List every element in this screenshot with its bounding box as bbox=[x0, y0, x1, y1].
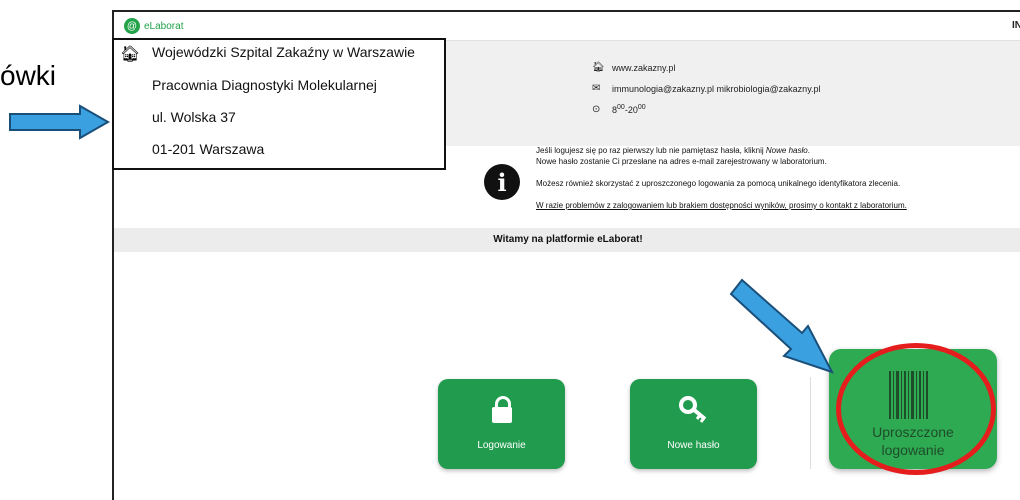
info-icon: i bbox=[484, 164, 520, 200]
address-line-4: 01-201 Warszawa bbox=[152, 141, 265, 157]
website-row: 🏠︎ www.zakazny.pl bbox=[592, 57, 821, 78]
contact-info: 🏠︎ www.zakazny.pl ✉ immunologia@zakazny.… bbox=[592, 57, 821, 120]
language-switch[interactable]: IN bbox=[1012, 20, 1020, 31]
info-text: Jeśli logujesz się po raz pierwszy lub n… bbox=[536, 145, 1006, 211]
highlight-ellipse bbox=[836, 343, 996, 475]
envelope-icon: ✉ bbox=[592, 83, 601, 94]
annotation-arrow-down-right-icon bbox=[729, 278, 835, 374]
address-callout: 🏠︎ Wojewódzki Szpital Zakaźny w Warszawi… bbox=[112, 38, 446, 170]
new-password-button-label: Nowe hasło bbox=[667, 440, 720, 451]
app-logo[interactable]: @ eLaborat bbox=[124, 18, 183, 34]
separator bbox=[810, 377, 811, 469]
address-line-1: Wojewódzki Szpital Zakaźny w Warszawie bbox=[152, 44, 415, 60]
annotation-arrow-right-icon bbox=[9, 104, 111, 140]
new-password-link-text: Nowe hasło bbox=[765, 146, 808, 155]
new-password-button[interactable]: Nowe hasło bbox=[630, 379, 757, 469]
address-line-2: Pracownia Diagnostyki Molekularnej bbox=[152, 77, 377, 93]
home-icon: 🏠︎ bbox=[120, 46, 141, 63]
welcome-banner: Witamy na platformie eLaborat! bbox=[114, 228, 1020, 252]
info-paragraph-2: Nowe hasło zostanie Ci przesłane na adre… bbox=[536, 157, 827, 166]
key-icon bbox=[630, 395, 757, 430]
home-icon: 🏠︎ bbox=[592, 62, 605, 73]
address-line-3: ul. Wolska 37 bbox=[152, 109, 236, 125]
logo-icon: @ bbox=[124, 18, 140, 34]
contact-lab-link[interactable]: W razie problemów z zalogowaniem lub bra… bbox=[536, 200, 1006, 211]
top-bar: @ eLaborat IN bbox=[114, 12, 1020, 41]
info-paragraph-1: Jeśli logujesz się po raz pierwszy lub n… bbox=[536, 146, 810, 155]
login-button[interactable]: Logowanie bbox=[438, 379, 565, 469]
website-link[interactable]: www.zakazny.pl bbox=[612, 63, 675, 73]
lock-icon bbox=[438, 395, 565, 430]
logo-text: eLaborat bbox=[144, 20, 184, 32]
email-row: ✉ immunologia@zakazny.pl mikrobiologia@z… bbox=[592, 78, 821, 99]
clock-icon: ⊙ bbox=[592, 104, 601, 115]
opening-hours: 800-2000 bbox=[612, 104, 646, 115]
email-links[interactable]: immunologia@zakazny.pl mikrobiologia@zak… bbox=[612, 84, 821, 94]
annotation-text: ówki bbox=[0, 60, 57, 91]
hours-row: ⊙ 800-2000 bbox=[592, 99, 821, 120]
info-paragraph-3: Możesz również skorzystać z uproszczoneg… bbox=[536, 179, 901, 188]
login-button-label: Logowanie bbox=[477, 440, 526, 451]
